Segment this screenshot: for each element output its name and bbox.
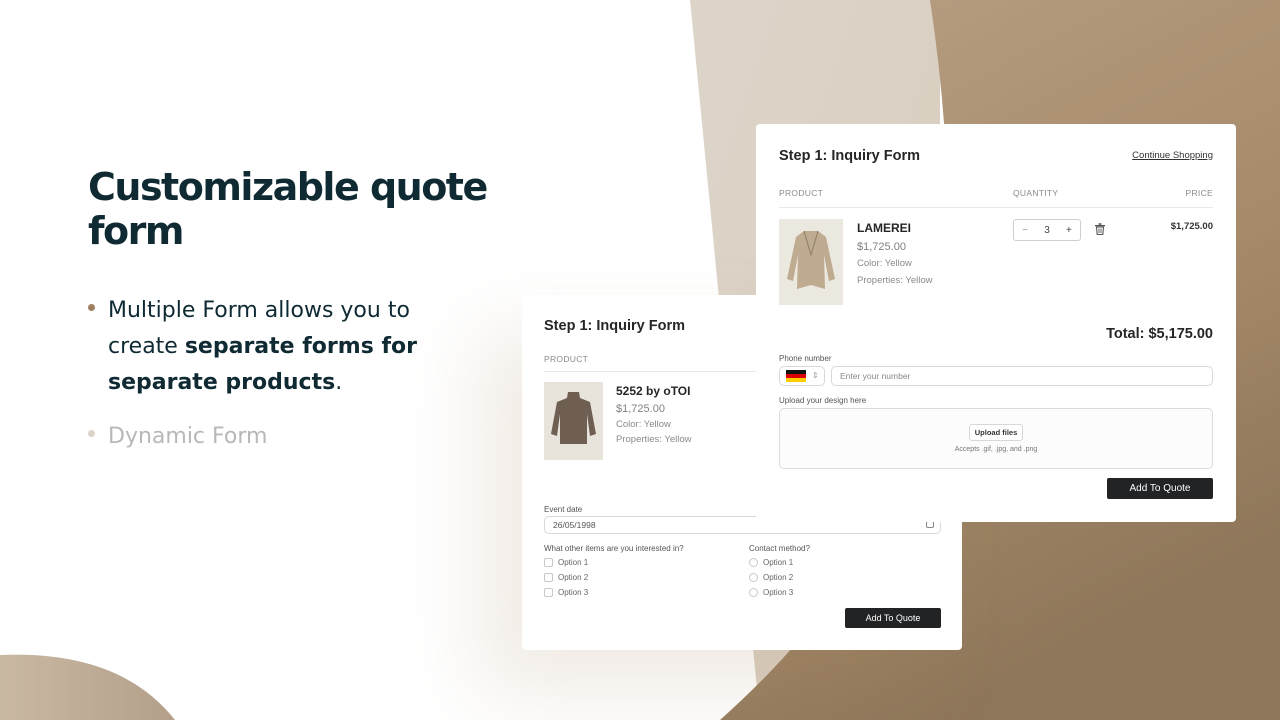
column-header-product: PRODUCT xyxy=(544,354,589,364)
order-total: Total: $5,175.00 xyxy=(1106,326,1213,342)
divider xyxy=(779,207,1213,208)
file-dropzone[interactable]: Upload files Accepts .gif, .jpg, and .pn… xyxy=(779,408,1213,469)
decrement-button[interactable]: − xyxy=(1022,225,1028,236)
column-header-price: PRICE xyxy=(1185,188,1213,198)
interest-option-1[interactable]: Option 1 xyxy=(544,558,588,567)
calendar-icon[interactable] xyxy=(926,521,934,528)
checkbox[interactable] xyxy=(544,588,553,597)
form-title: Step 1: Inquiry Form xyxy=(544,318,685,334)
product-properties: Properties: Yellow xyxy=(616,434,692,445)
product-price: $1,725.00 xyxy=(857,241,906,253)
contact-option-3[interactable]: Option 3 xyxy=(749,588,793,597)
feature-item-dynamic-form[interactable]: Dynamic Form xyxy=(88,419,428,455)
radio[interactable] xyxy=(749,588,758,597)
product-image-cardigan[interactable] xyxy=(779,219,843,305)
feature-list: Multiple Form allows you to create separ… xyxy=(88,293,568,455)
upload-design-label: Upload your design here xyxy=(779,396,867,405)
upload-hint: Accepts .gif, .jpg, and .png xyxy=(954,446,1038,453)
product-name[interactable]: 5252 by oTOI xyxy=(616,384,690,398)
line-item-price: $1,725.00 xyxy=(1170,221,1213,232)
increment-button[interactable]: + xyxy=(1066,225,1072,236)
bullet-dot-icon xyxy=(88,430,95,437)
interest-option-3[interactable]: Option 3 xyxy=(544,588,588,597)
column-header-product: PRODUCT xyxy=(779,188,824,198)
product-price: $1,725.00 xyxy=(616,403,665,415)
radio[interactable] xyxy=(749,573,758,582)
product-properties: Properties: Yellow xyxy=(857,275,933,286)
interests-label: What other items are you interested in? xyxy=(544,544,684,553)
bullet-dot-icon xyxy=(88,304,95,311)
trash-icon[interactable] xyxy=(1095,223,1105,235)
product-name[interactable]: LAMEREI xyxy=(857,221,911,235)
product-color: Color: Yellow xyxy=(857,258,912,269)
column-header-quantity: QUANTITY xyxy=(1013,188,1059,198)
quantity-stepper[interactable]: − 3 + xyxy=(1013,219,1081,241)
contact-method-label: Contact method? xyxy=(749,544,810,553)
page-title: Customizable quote form xyxy=(88,165,488,253)
inquiry-form-card-front: Step 1: Inquiry Form Continue Shopping P… xyxy=(756,124,1236,522)
add-to-quote-button[interactable]: Add To Quote xyxy=(1107,478,1213,499)
contact-option-2[interactable]: Option 2 xyxy=(749,573,793,582)
upload-files-button[interactable]: Upload files xyxy=(969,424,1023,441)
product-image-turtleneck[interactable] xyxy=(544,382,603,460)
interest-option-2[interactable]: Option 2 xyxy=(544,573,588,582)
event-date-label: Event date xyxy=(544,505,583,514)
add-to-quote-button[interactable]: Add To Quote xyxy=(845,608,941,628)
hero-section: Customizable quote form Multiple Form al… xyxy=(88,165,568,455)
checkbox[interactable] xyxy=(544,558,553,567)
phone-number-label: Phone number xyxy=(779,354,832,363)
germany-flag-icon xyxy=(786,369,806,383)
phone-number-input[interactable]: Enter your number xyxy=(831,366,1213,386)
cardigan-icon xyxy=(779,219,843,305)
quantity-value[interactable]: 3 xyxy=(1044,225,1050,236)
sweater-icon xyxy=(544,382,603,460)
continue-shopping-link[interactable]: Continue Shopping xyxy=(1132,150,1213,161)
bg-corner-shape xyxy=(0,654,175,720)
feature-item-multiple-form[interactable]: Multiple Form allows you to create separ… xyxy=(88,293,428,401)
product-color: Color: Yellow xyxy=(616,419,671,430)
chevron-up-down-icon: ⇕ xyxy=(812,371,819,380)
form-title: Step 1: Inquiry Form xyxy=(779,148,920,164)
radio[interactable] xyxy=(749,558,758,567)
contact-option-1[interactable]: Option 1 xyxy=(749,558,793,567)
checkbox[interactable] xyxy=(544,573,553,582)
country-code-select[interactable]: ⇕ xyxy=(779,366,825,386)
